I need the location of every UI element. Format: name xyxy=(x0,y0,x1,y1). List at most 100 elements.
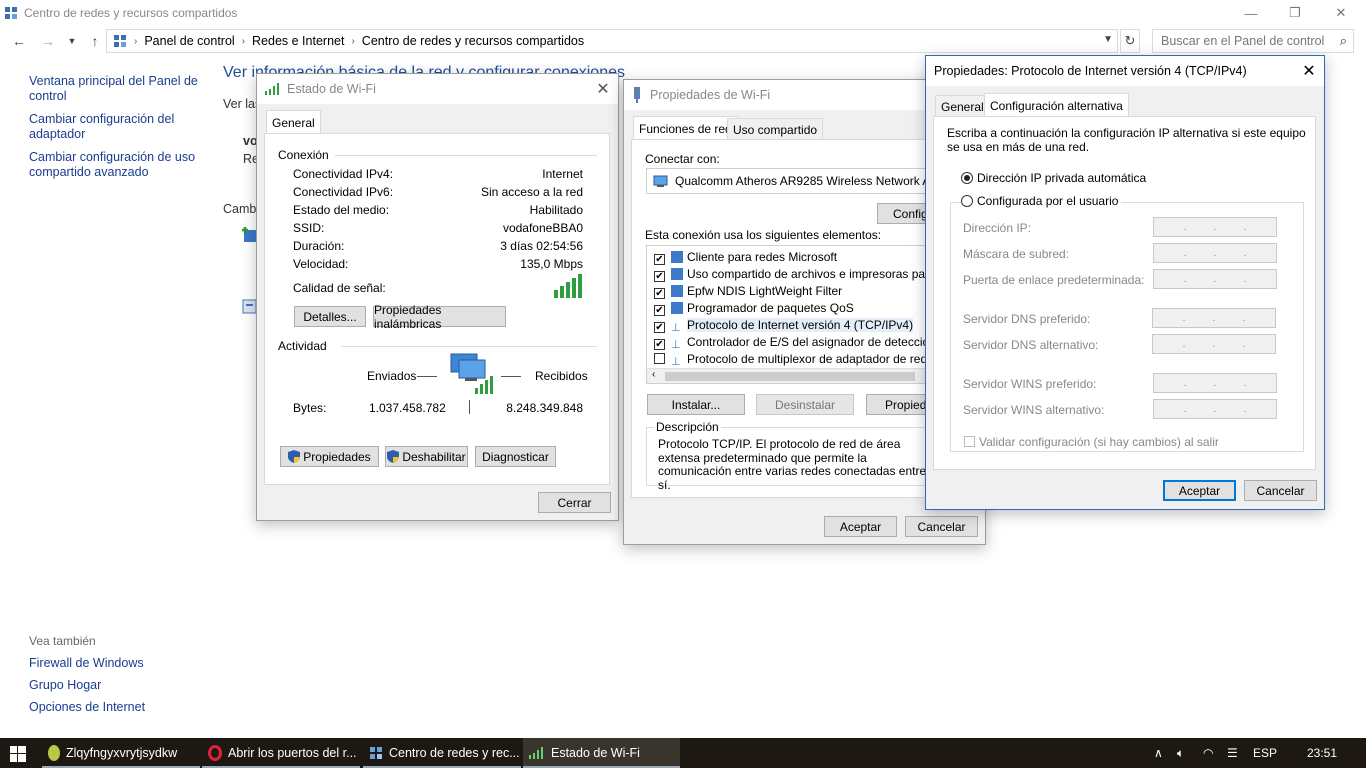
taskbar-item-app[interactable]: Zlqyfngyxvrytjsydkw xyxy=(42,738,200,768)
ipv6-value: Sin acceso a la red xyxy=(480,185,583,199)
language-indicator[interactable]: ESP xyxy=(1253,738,1277,768)
checkbox[interactable]: ✔ xyxy=(654,288,665,299)
properties-button[interactable]: Propiedades xyxy=(280,446,379,467)
wifi-icon[interactable]: ◠ xyxy=(1203,738,1213,768)
list-item[interactable]: ✔ Programador de paquetes QoS xyxy=(654,301,854,316)
link-windows-firewall[interactable]: Firewall de Windows xyxy=(29,656,145,670)
breadcrumb-separator-icon[interactable]: › xyxy=(242,36,245,47)
nav-link-control-panel-home[interactable]: Ventana principal del Panel de control xyxy=(29,74,209,104)
diagnose-button[interactable]: Diagnosticar xyxy=(475,446,556,467)
checkbox[interactable] xyxy=(654,353,665,364)
tab-networking[interactable]: Funciones de red xyxy=(633,116,738,140)
duration-label: Duración: xyxy=(293,239,345,253)
see-also-header: Vea también xyxy=(29,634,96,648)
radio-user-configured[interactable]: Configurada por el usuario xyxy=(961,194,1122,208)
scrollbar-thumb[interactable] xyxy=(665,372,915,381)
taskbar-item-wifi-status[interactable]: Estado de Wi-Fi xyxy=(523,738,680,768)
subnet-mask-label: Máscara de subred: xyxy=(963,247,1070,261)
list-item[interactable]: ✔ Cliente para redes Microsoft xyxy=(654,250,837,265)
uninstall-button[interactable]: Desinstalar xyxy=(756,394,854,415)
media-state-value: Habilitado xyxy=(529,203,583,217)
validate-checkbox[interactable]: Validar configuración (si hay cambios) a… xyxy=(964,435,1219,449)
back-arrow-icon[interactable]: ← xyxy=(9,31,29,51)
radio-button[interactable] xyxy=(961,195,973,207)
close-button[interactable]: Cerrar xyxy=(538,492,611,513)
close-icon[interactable]: ✕ xyxy=(1294,56,1324,86)
refresh-icon[interactable]: ↻ xyxy=(1120,29,1140,53)
scroll-left-icon[interactable]: ‹ xyxy=(652,369,655,380)
install-button[interactable]: Instalar... xyxy=(647,394,745,415)
search-icon: ⌕ xyxy=(1339,33,1347,48)
service-icon xyxy=(671,302,683,314)
tab-sharing[interactable]: Uso compartido xyxy=(727,118,824,140)
breadcrumb-network-internet[interactable]: Redes e Internet xyxy=(252,34,344,48)
breadcrumb-network-center[interactable]: Centro de redes y recursos compartidos xyxy=(362,34,584,48)
ok-button[interactable]: Aceptar xyxy=(824,516,897,537)
checkbox[interactable] xyxy=(964,436,975,447)
action-center-icon[interactable]: ☰ xyxy=(1227,738,1238,768)
alternate-wins-field[interactable]: ... xyxy=(1153,399,1277,419)
recent-locations-chevron-icon[interactable]: ▼ xyxy=(62,31,82,51)
ok-button[interactable]: Aceptar xyxy=(1163,480,1236,501)
minimize-button[interactable]: — xyxy=(1228,0,1274,26)
cancel-button[interactable]: Cancelar xyxy=(905,516,978,537)
volume-icon[interactable]: 🔈︎ xyxy=(1177,738,1184,768)
address-field[interactable]: › Panel de control › Redes e Internet › … xyxy=(106,29,1118,53)
checkbox[interactable]: ✔ xyxy=(654,305,665,316)
checkbox[interactable]: ✔ xyxy=(654,339,665,350)
nav-link-adapter-settings[interactable]: Cambiar configuración del adaptador xyxy=(29,112,209,142)
link-internet-options[interactable]: Opciones de Internet xyxy=(29,700,145,714)
checkbox[interactable]: ✔ xyxy=(654,322,665,333)
protocol-icon: ⊥ xyxy=(671,322,681,334)
radio-automatic-private-ip[interactable]: Dirección IP privada automática xyxy=(961,171,1146,185)
ipv4-label: Conectividad IPv4: xyxy=(293,167,394,181)
forward-arrow-icon[interactable]: → xyxy=(38,31,58,51)
see-also-section: Vea también Firewall de Windows Grupo Ho… xyxy=(29,634,145,722)
wireless-properties-button[interactable]: Propiedades inalámbricas xyxy=(373,303,506,331)
alternate-dns-field[interactable]: ... xyxy=(1152,334,1276,354)
tab-general[interactable]: General xyxy=(935,95,990,117)
up-arrow-icon[interactable]: ↑ xyxy=(85,31,105,51)
connection-group-label: Conexión xyxy=(278,148,329,162)
nav-link-advanced-sharing[interactable]: Cambiar configuración de uso compartido … xyxy=(29,150,209,180)
items-label: Esta conexión usa los siguientes element… xyxy=(645,228,882,242)
left-nav: Ventana principal del Panel de control C… xyxy=(29,74,209,188)
cancel-button[interactable]: Cancelar xyxy=(1244,480,1317,501)
tab-alternate-config[interactable]: Configuración alternativa xyxy=(984,93,1129,117)
protocol-icon: ⊥ xyxy=(671,339,681,351)
taskbar-item-network-center[interactable]: Centro de redes y rec... xyxy=(363,738,521,768)
disable-button[interactable]: Deshabilitar xyxy=(385,446,468,467)
default-gateway-field[interactable]: ... xyxy=(1153,269,1277,289)
checkbox[interactable]: ✔ xyxy=(654,271,665,282)
breadcrumb-control-panel[interactable]: Panel de control xyxy=(144,34,234,48)
bytes-sent-value: 1.037.458.782 xyxy=(369,401,446,415)
windows-start-icon[interactable] xyxy=(10,746,26,762)
preferred-wins-field[interactable]: ... xyxy=(1153,373,1277,393)
list-item[interactable]: ✔ Epfw NDIS LightWeight Filter xyxy=(654,284,842,299)
maximize-button[interactable]: ❐ xyxy=(1272,0,1318,26)
link-homegroup[interactable]: Grupo Hogar xyxy=(29,678,145,692)
details-button[interactable]: Detalles... xyxy=(294,306,366,327)
duration-value: 3 días 02:54:56 xyxy=(500,239,583,253)
radio-button[interactable] xyxy=(961,172,973,184)
taskbar-item-label: Zlqyfngyxvrytjsydkw xyxy=(66,746,178,760)
search-input[interactable]: Buscar en el Panel de control ⌕ xyxy=(1152,29,1354,53)
subnet-mask-field[interactable]: ... xyxy=(1153,243,1277,263)
checkbox[interactable]: ✔ xyxy=(654,254,665,265)
tab-general[interactable]: General xyxy=(266,110,321,134)
taskbar-item-opera[interactable]: Abrir los puertos del r... xyxy=(202,738,360,768)
description-header: Descripción xyxy=(654,420,721,434)
ip-address-field[interactable]: ... xyxy=(1153,217,1277,237)
dialog-title: Propiedades de Wi-Fi xyxy=(650,88,771,102)
status-panel: Conexión Conectividad IPv4: Internet Con… xyxy=(264,133,610,485)
close-icon[interactable]: ✕ xyxy=(588,74,618,104)
show-hidden-icons-chevron-up-icon[interactable]: ∧ xyxy=(1154,738,1163,768)
list-item[interactable]: ✔ ⊥ Protocolo de Internet versión 4 (TCP/I… xyxy=(654,318,914,334)
clock[interactable]: 23:51 xyxy=(1307,738,1337,768)
ipv6-label: Conectividad IPv6: xyxy=(293,185,394,199)
preferred-dns-field[interactable]: ... xyxy=(1152,308,1276,328)
breadcrumb-separator-icon[interactable]: › xyxy=(351,36,354,47)
close-window-button[interactable]: ✕ xyxy=(1318,0,1364,26)
chevron-down-icon[interactable]: ▼ xyxy=(1103,34,1113,45)
disable-button-label: Deshabilitar xyxy=(402,449,466,464)
